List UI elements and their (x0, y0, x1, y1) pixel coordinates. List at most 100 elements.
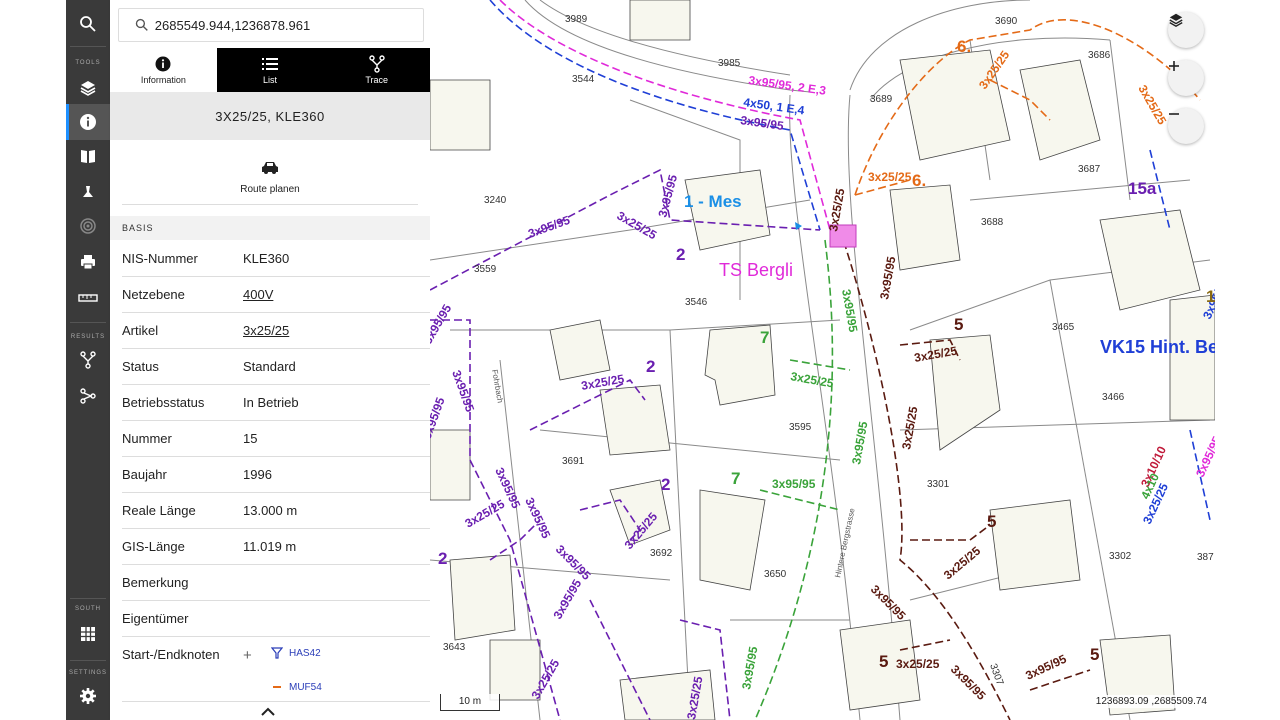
attr-row-reale-laenge: Reale Länge 13.000 m (122, 493, 430, 529)
map-annotation: 5 (1090, 645, 1099, 664)
target-tool-button[interactable] (66, 208, 110, 244)
book-tool-button[interactable] (66, 138, 110, 174)
attr-key: Betriebsstatus (122, 395, 205, 410)
muffe-icon (273, 686, 281, 688)
info-icon (80, 114, 96, 130)
zoom-in-button[interactable] (1168, 60, 1204, 96)
scale-bar: 10 m (440, 694, 500, 711)
parcel-number: 387 (1197, 552, 1214, 563)
cable-label: 3x25/25 (868, 170, 912, 184)
gear-icon (80, 688, 96, 704)
trace-result-button[interactable] (66, 342, 110, 378)
layers-button[interactable] (1168, 12, 1204, 48)
attr-key: Baujahr (122, 467, 167, 482)
parcel-number: 3985 (718, 58, 741, 69)
tab-trace[interactable]: Trace (323, 48, 430, 92)
map-view[interactable]: 3989 3985 3544 3690 3686 3689 3687 3240 … (430, 0, 1215, 720)
layers-tool-button[interactable] (66, 70, 110, 106)
results-section-label: RESULTS (70, 334, 106, 340)
attr-row-artikel: Artikel 3x25/25 (122, 313, 430, 349)
cable-label: 3x95/95 (553, 542, 594, 583)
toolbar-divider (70, 46, 106, 47)
ruler-tool-button[interactable] (66, 280, 110, 316)
trace-icon (80, 351, 96, 369)
map-annotation: 6. (912, 171, 926, 190)
attr-row-nummer: Nummer 15 (122, 421, 430, 457)
attr-row-eigentuemer: Eigentümer (122, 601, 430, 637)
panel-tabs: Information List Trace (110, 48, 430, 92)
parcel-number: 3688 (981, 217, 1004, 228)
measure-angle-tool-button[interactable] (66, 174, 110, 210)
parcel-number: 3689 (870, 94, 893, 105)
zoom-out-button[interactable] (1168, 108, 1204, 144)
distribution-cabinet-name: VK15 Hint. Be (1100, 337, 1215, 357)
trace-icon (368, 55, 385, 73)
parcel-number: 3466 (1102, 392, 1125, 403)
right-margin (1215, 0, 1280, 720)
feature-title: 3X25/25, KLE360 (110, 92, 430, 140)
parcel-number: 3989 (565, 14, 588, 25)
parcel-number: 3690 (995, 16, 1018, 27)
start-node-link[interactable]: HAS42 (271, 647, 321, 659)
attr-value: 1996 (243, 467, 272, 482)
attr-row-start-endknoten: Start-/Endknoten + HAS42 MUF54 (122, 637, 430, 702)
start-node-label: HAS42 (289, 647, 321, 659)
parcel-number: 3650 (764, 569, 787, 580)
netzebene-link[interactable]: 400V (243, 287, 273, 302)
artikel-link[interactable]: 3x25/25 (243, 323, 289, 338)
parcel-number: 3240 (484, 195, 507, 206)
cable-label: 3x95/95, 2 E,3 (748, 73, 828, 98)
attr-key: Nummer (122, 431, 172, 446)
minus-icon (1169, 113, 1179, 115)
search-input[interactable] (152, 16, 423, 34)
map-annotation: 5 (954, 315, 963, 334)
network-result-button[interactable] (66, 378, 110, 414)
grid-button[interactable] (66, 616, 110, 652)
search-box (118, 8, 424, 42)
cable-label: 3x25/25 (789, 369, 834, 390)
toolbar-divider (70, 660, 106, 661)
settings-button[interactable] (66, 678, 110, 714)
attr-row-betriebsstatus: Betriebsstatus In Betrieb (122, 385, 430, 421)
settings-section-label: SETTINGS (68, 670, 107, 676)
end-node-link[interactable]: MUF54 (271, 681, 322, 693)
route-planen-label: Route planen (240, 183, 300, 195)
book-icon (81, 150, 95, 163)
cable-labels: 3x95/95, 2 E,3 4x50, 1 E,4 3x95/95 3x95/… (430, 48, 1215, 720)
ruler-icon (78, 294, 98, 302)
station-name: TS Bergli (719, 260, 793, 280)
tab-information[interactable]: Information (110, 48, 217, 92)
attr-row-nis-nummer: NIS-Nummer KLE360 (122, 241, 430, 277)
cable-label: 3x95/95 (839, 288, 860, 333)
tools-section-label: TOOLS (75, 60, 101, 66)
cable-label: 3x95/95 (449, 368, 477, 414)
cable-label: 3x25/25 (615, 208, 660, 242)
tab-information-label: Information (140, 75, 186, 85)
list-icon (262, 58, 278, 70)
chevron-up-icon[interactable] (260, 706, 276, 716)
info-panel: Information List Trace 3X25/25, KLE360 R… (110, 0, 430, 720)
attr-row-baujahr: Baujahr 1996 (122, 457, 430, 493)
attr-key: Bemerkung (122, 575, 189, 590)
parcel-number: 3686 (1088, 50, 1111, 61)
tab-list[interactable]: List (217, 48, 324, 92)
map-annotation: 2 (646, 357, 655, 376)
cable-label: 3x25/25 (899, 405, 920, 450)
cable-label: 3x95/95 (877, 255, 898, 300)
parcel-number: 3687 (1078, 164, 1101, 175)
parcel-lines (430, 0, 1211, 720)
map-annotation: 2 (438, 549, 447, 568)
car-icon (262, 161, 278, 174)
plus-icon[interactable]: + (243, 647, 252, 664)
search-tool-button[interactable] (66, 6, 110, 42)
attribute-table: NIS-Nummer KLE360 Netzebene 400V Artikel 3x… (122, 241, 430, 702)
route-planen-button[interactable]: Route planen (122, 150, 418, 205)
print-tool-button[interactable] (66, 244, 110, 280)
map-annotation: 5 (879, 652, 888, 671)
coordinate-readout: 1236893.09 ,2685509.74 (1091, 695, 1211, 708)
information-tool-button[interactable] (66, 104, 110, 140)
attr-key: GIS-Länge (122, 539, 185, 554)
cable-label: 3x95/95 (655, 173, 680, 219)
cable-label: 3x95/95 (430, 302, 454, 347)
parcel-number: 3643 (443, 642, 466, 653)
